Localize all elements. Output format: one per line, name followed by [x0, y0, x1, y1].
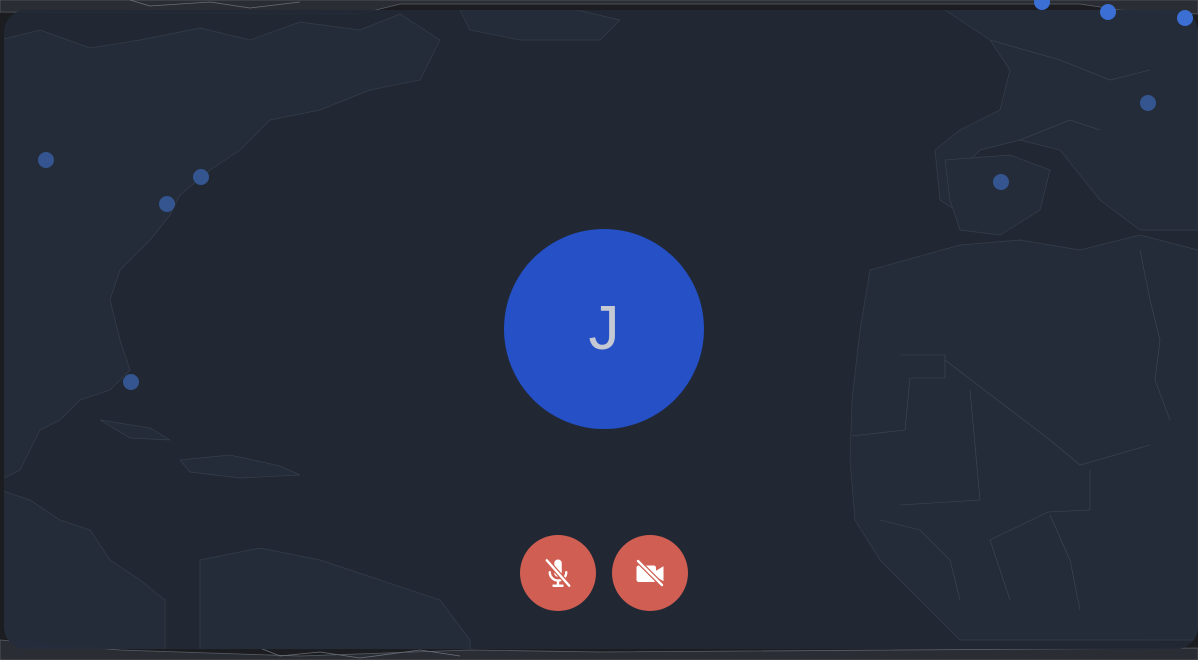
map-location-marker	[193, 169, 209, 185]
mic-off-icon	[544, 557, 572, 589]
central-america-landmass	[4, 490, 166, 649]
africa-landmass	[849, 234, 1198, 641]
north-america-landmass	[4, 13, 441, 479]
participant-avatar: J	[504, 229, 704, 429]
south-america-landmass	[199, 547, 471, 649]
map-location-marker	[993, 174, 1009, 190]
avatar-initial: J	[588, 294, 620, 363]
map-location-marker	[38, 152, 54, 168]
video-off-icon	[635, 558, 665, 588]
map-location-marker	[123, 374, 139, 390]
turn-off-camera-button[interactable]	[612, 535, 688, 611]
greenland-landmass	[459, 10, 621, 41]
iberia-landmass	[944, 154, 1051, 236]
participant-video-tile: J	[4, 10, 1198, 649]
map-location-marker	[1140, 95, 1156, 111]
mute-microphone-button[interactable]	[520, 535, 596, 611]
caribbean-island	[99, 419, 171, 441]
map-location-marker	[159, 196, 175, 212]
caribbean-island	[179, 454, 301, 479]
map-location-marker	[1100, 4, 1116, 20]
map-location-marker	[1177, 10, 1193, 26]
call-controls	[520, 535, 688, 611]
